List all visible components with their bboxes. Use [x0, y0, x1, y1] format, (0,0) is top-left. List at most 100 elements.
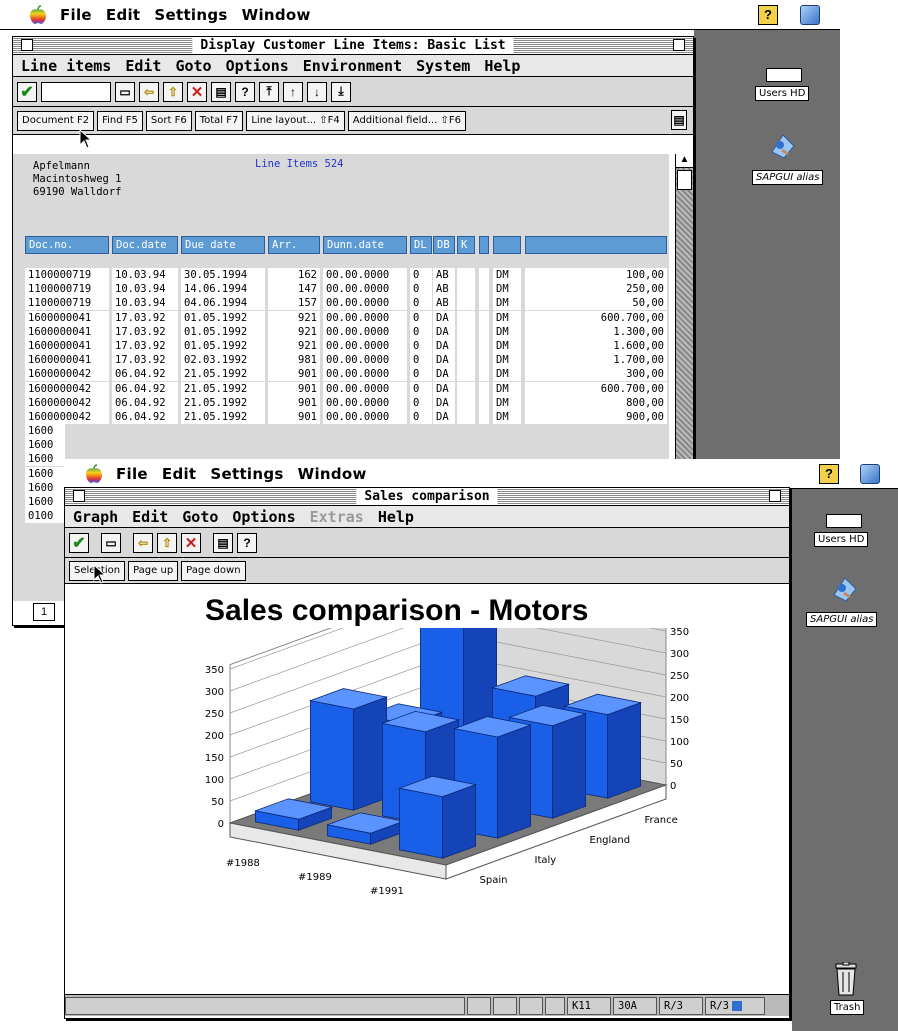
help-icon[interactable]: ?	[819, 464, 839, 484]
find-button[interactable]: Find F5	[97, 110, 143, 131]
zoom-box-icon[interactable]	[769, 490, 781, 502]
cell-arrears[interactable]: 921	[268, 324, 320, 339]
cell-doc-date[interactable]: 06.04.92	[112, 410, 178, 424]
line-layout-button[interactable]: Line layout... ⇧F4	[246, 110, 345, 131]
cell-blank[interactable]	[457, 268, 475, 282]
cell-due-date[interactable]: 02.03.1992	[181, 353, 265, 368]
cell-doc-date[interactable]: 17.03.92	[112, 353, 178, 368]
cell-dunning-level[interactable]: 0	[410, 282, 432, 297]
sapgui-alias-icon[interactable]	[768, 132, 798, 160]
cell-blank[interactable]	[479, 282, 489, 297]
cell-due-date[interactable]: 21.05.1992	[181, 381, 265, 396]
cell-amount[interactable]: 100,00	[525, 268, 667, 282]
menu-options[interactable]: Options	[226, 57, 289, 75]
cell-blank[interactable]	[479, 410, 489, 424]
cell-arrears[interactable]: 901	[268, 381, 320, 396]
print-icon[interactable]: ▤	[211, 81, 231, 102]
cell-blank[interactable]	[457, 410, 475, 424]
cell-amount[interactable]: 1.300,00	[525, 324, 667, 339]
cell-doc-type[interactable]: DA	[433, 324, 455, 339]
cell-doc-type[interactable]: DA	[433, 353, 455, 368]
cell-blank[interactable]	[479, 310, 489, 325]
menu-help[interactable]: Help	[484, 57, 520, 75]
menu-graph[interactable]: Graph	[73, 508, 118, 526]
page-down-button[interactable]: Page down	[181, 560, 246, 581]
cell-amount[interactable]: 600.700,00	[525, 310, 667, 325]
page-up-button[interactable]: Page up	[128, 560, 179, 581]
scroll-thumb[interactable]	[677, 170, 692, 190]
column-header-amount[interactable]	[525, 236, 667, 254]
sort-button[interactable]: Sort F6	[145, 110, 192, 131]
cell-doc-date[interactable]: 10.03.94	[112, 282, 178, 297]
column-header-k[interactable]: K	[457, 236, 475, 254]
cell-doc-type[interactable]: DA	[433, 381, 455, 396]
cell-dunning-date[interactable]: 00.00.0000	[323, 296, 407, 311]
column-header-due-date[interactable]: Due date	[181, 236, 265, 254]
apple-icon[interactable]	[28, 4, 48, 25]
scroll-up-arrow-icon[interactable]: ▲	[676, 154, 693, 168]
cell-doc-no[interactable]: 1600000042	[25, 410, 109, 424]
document-button[interactable]: Document F2	[17, 110, 95, 131]
cell-amount[interactable]: 1.700,00	[525, 353, 667, 368]
cell-doc-no[interactable]: 1600000042	[25, 395, 109, 410]
cell-currency[interactable]: DM	[493, 367, 521, 382]
command-field[interactable]	[41, 81, 111, 102]
cell-amount[interactable]: 800,00	[525, 395, 667, 410]
close-box-icon[interactable]	[73, 490, 85, 502]
previous-page-icon[interactable]: ↑	[283, 81, 303, 102]
cell-doc-no[interactable]: 1100000719	[25, 268, 109, 282]
help-question-icon[interactable]: ?	[237, 532, 257, 553]
cell-doc-date[interactable]: 10.03.94	[112, 268, 178, 282]
column-header-doc-no[interactable]: Doc.no.	[25, 236, 109, 254]
menu-file[interactable]: File	[60, 6, 92, 24]
cell-doc-type[interactable]: DA	[433, 310, 455, 325]
enter-check-icon[interactable]: ✔	[69, 532, 89, 553]
column-header-doc-date[interactable]: Doc.date	[112, 236, 178, 254]
cancel-x-icon[interactable]: ✕	[181, 532, 201, 553]
cell-doc-no[interactable]: 1600	[25, 466, 65, 481]
cell-currency[interactable]: DM	[493, 353, 521, 368]
cell-amount[interactable]: 900,00	[525, 410, 667, 424]
zoom-box-icon[interactable]	[673, 39, 685, 51]
cell-currency[interactable]: DM	[493, 381, 521, 396]
cell-blank[interactable]	[479, 296, 489, 311]
cell-due-date[interactable]: 30.05.1994	[181, 268, 265, 282]
cell-dunning-level[interactable]: 0	[410, 296, 432, 311]
column-header-currency[interactable]	[493, 236, 521, 254]
cell-doc-type[interactable]: DA	[433, 395, 455, 410]
cell-currency[interactable]: DM	[493, 268, 521, 282]
cell-dunning-date[interactable]: 00.00.0000	[323, 410, 407, 424]
cell-amount[interactable]: 300,00	[525, 367, 667, 382]
cell-dunning-level[interactable]: 0	[410, 324, 432, 339]
cell-dunning-date[interactable]: 00.00.0000	[323, 339, 407, 353]
cell-amount[interactable]: 50,00	[525, 296, 667, 311]
cell-arrears[interactable]: 921	[268, 310, 320, 325]
cell-currency[interactable]: DM	[493, 410, 521, 424]
cell-due-date[interactable]: 01.05.1992	[181, 339, 265, 353]
cell-doc-no[interactable]: 1100000719	[25, 282, 109, 297]
cell-doc-no[interactable]: 1600	[25, 424, 65, 438]
cell-currency[interactable]: DM	[493, 310, 521, 325]
cell-doc-no[interactable]: 1600	[25, 480, 65, 495]
cell-dunning-date[interactable]: 00.00.0000	[323, 324, 407, 339]
cell-doc-no[interactable]: 1600000041	[25, 339, 109, 353]
cell-due-date[interactable]: 21.05.1992	[181, 367, 265, 382]
cell-dunning-date[interactable]: 00.00.0000	[323, 282, 407, 297]
cell-due-date[interactable]: 01.05.1992	[181, 310, 265, 325]
cell-currency[interactable]: DM	[493, 395, 521, 410]
cell-doc-date[interactable]: 17.03.92	[112, 310, 178, 325]
save-icon[interactable]: ▭	[115, 81, 135, 102]
cell-due-date[interactable]: 21.05.1992	[181, 410, 265, 424]
cell-doc-date[interactable]: 10.03.94	[112, 296, 178, 311]
sapgui-alias-icon[interactable]	[830, 575, 860, 603]
cell-due-date[interactable]: 21.05.1992	[181, 395, 265, 410]
menu-options[interactable]: Options	[232, 508, 295, 526]
front-titlebar[interactable]: Sales comparison	[65, 488, 789, 506]
additional-field-button[interactable]: Additional field... ⇧F6	[347, 110, 466, 131]
up-arrow-icon[interactable]: ⇧	[157, 532, 177, 553]
menu-help[interactable]: Help	[378, 508, 414, 526]
cell-dunning-level[interactable]: 0	[410, 395, 432, 410]
cell-blank[interactable]	[479, 381, 489, 396]
cell-doc-no[interactable]: 1600000041	[25, 324, 109, 339]
menu-edit[interactable]: Edit	[106, 6, 141, 24]
